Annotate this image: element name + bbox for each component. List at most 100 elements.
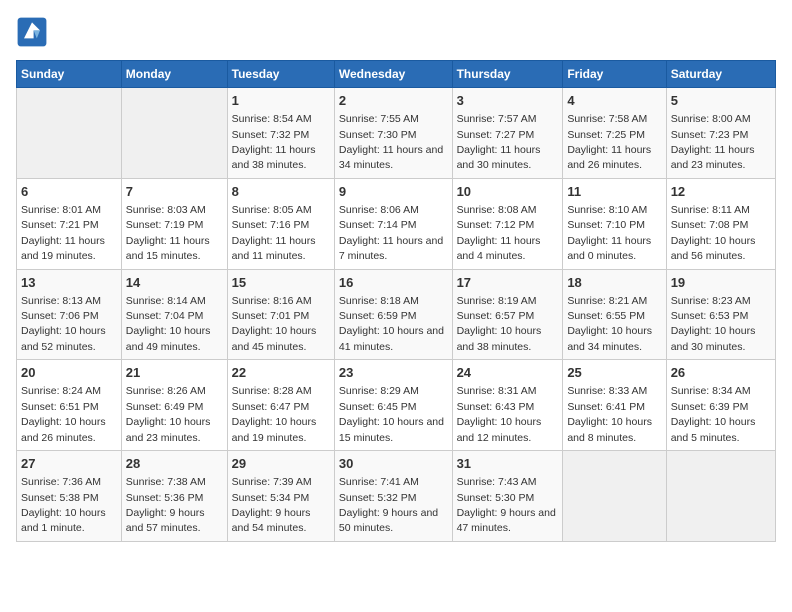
day-info: Sunrise: 7:55 AMSunset: 7:30 PMDaylight:… xyxy=(339,113,443,171)
day-info: Sunrise: 8:24 AMSunset: 6:51 PMDaylight:… xyxy=(21,385,106,443)
calendar-cell: 25 Sunrise: 8:33 AMSunset: 6:41 PMDayligh… xyxy=(563,360,666,451)
day-info: Sunrise: 8:23 AMSunset: 6:53 PMDaylight:… xyxy=(671,295,756,353)
day-info: Sunrise: 8:33 AMSunset: 6:41 PMDaylight:… xyxy=(567,385,652,443)
logo-icon xyxy=(16,16,48,48)
day-info: Sunrise: 8:06 AMSunset: 7:14 PMDaylight:… xyxy=(339,204,443,262)
calendar-cell: 30 Sunrise: 7:41 AMSunset: 5:32 PMDayligh… xyxy=(334,451,452,542)
weekday-header: Thursday xyxy=(452,61,563,88)
calendar-cell: 4Sunrise: 7:58 AMSunset: 7:25 PMDaylight… xyxy=(563,88,666,179)
calendar-cell: 22 Sunrise: 8:28 AMSunset: 6:47 PMDayligh… xyxy=(227,360,334,451)
day-number: 28 xyxy=(126,455,223,473)
day-number: 30 xyxy=(339,455,448,473)
weekday-header: Tuesday xyxy=(227,61,334,88)
day-number: 26 xyxy=(671,364,771,382)
page-header xyxy=(16,16,776,48)
day-number: 15 xyxy=(232,274,330,292)
calendar-cell: 31Sunrise: 7:43 AMSunset: 5:30 PMDayligh… xyxy=(452,451,563,542)
calendar-week-row: 6 Sunrise: 8:01 AMSunset: 7:21 PMDaylight… xyxy=(17,178,776,269)
day-info: Sunrise: 8:14 AMSunset: 7:04 PMDaylight:… xyxy=(126,295,211,353)
day-info: Sunrise: 8:18 AMSunset: 6:59 PMDaylight:… xyxy=(339,295,444,353)
calendar-cell: 6 Sunrise: 8:01 AMSunset: 7:21 PMDaylight… xyxy=(17,178,122,269)
weekday-header: Sunday xyxy=(17,61,122,88)
calendar-cell: 9 Sunrise: 8:06 AMSunset: 7:14 PMDaylight… xyxy=(334,178,452,269)
calendar-cell: 26 Sunrise: 8:34 AMSunset: 6:39 PMDayligh… xyxy=(666,360,775,451)
day-number: 24 xyxy=(457,364,559,382)
day-info: Sunrise: 8:00 AMSunset: 7:23 PMDaylight:… xyxy=(671,113,755,171)
calendar-cell: 28 Sunrise: 7:38 AMSunset: 5:36 PMDayligh… xyxy=(121,451,227,542)
day-info: Sunrise: 7:43 AMSunset: 5:30 PMDaylight:… xyxy=(457,476,556,534)
weekday-header: Monday xyxy=(121,61,227,88)
calendar-cell: 23 Sunrise: 8:29 AMSunset: 6:45 PMDayligh… xyxy=(334,360,452,451)
day-number: 29 xyxy=(232,455,330,473)
day-number: 23 xyxy=(339,364,448,382)
calendar-cell: 10 Sunrise: 8:08 AMSunset: 7:12 PMDayligh… xyxy=(452,178,563,269)
calendar-week-row: 20 Sunrise: 8:24 AMSunset: 6:51 PMDayligh… xyxy=(17,360,776,451)
day-number: 19 xyxy=(671,274,771,292)
weekday-header: Friday xyxy=(563,61,666,88)
weekday-header: Saturday xyxy=(666,61,775,88)
day-number: 22 xyxy=(232,364,330,382)
day-number: 12 xyxy=(671,183,771,201)
day-info: Sunrise: 8:21 AMSunset: 6:55 PMDaylight:… xyxy=(567,295,652,353)
calendar-cell: 11 Sunrise: 8:10 AMSunset: 7:10 PMDayligh… xyxy=(563,178,666,269)
calendar-cell: 5 Sunrise: 8:00 AMSunset: 7:23 PMDaylight… xyxy=(666,88,775,179)
day-number: 10 xyxy=(457,183,559,201)
day-number: 21 xyxy=(126,364,223,382)
day-number: 3 xyxy=(457,92,559,110)
day-info: Sunrise: 8:26 AMSunset: 6:49 PMDaylight:… xyxy=(126,385,211,443)
calendar-cell: 3 Sunrise: 7:57 AMSunset: 7:27 PMDaylight… xyxy=(452,88,563,179)
day-info: Sunrise: 7:41 AMSunset: 5:32 PMDaylight:… xyxy=(339,476,438,534)
day-info: Sunrise: 7:38 AMSunset: 5:36 PMDaylight:… xyxy=(126,476,206,534)
calendar-week-row: 1 Sunrise: 8:54 AMSunset: 7:32 PMDaylight… xyxy=(17,88,776,179)
day-info: Sunrise: 8:10 AMSunset: 7:10 PMDaylight:… xyxy=(567,204,651,262)
day-info: Sunrise: 8:54 AMSunset: 7:32 PMDaylight:… xyxy=(232,113,316,171)
calendar-cell: 27Sunrise: 7:36 AMSunset: 5:38 PMDayligh… xyxy=(17,451,122,542)
day-number: 1 xyxy=(232,92,330,110)
day-number: 20 xyxy=(21,364,117,382)
calendar-cell: 15Sunrise: 8:16 AMSunset: 7:01 PMDayligh… xyxy=(227,269,334,360)
calendar-cell xyxy=(17,88,122,179)
day-info: Sunrise: 8:31 AMSunset: 6:43 PMDaylight:… xyxy=(457,385,542,443)
calendar-week-row: 13Sunrise: 8:13 AMSunset: 7:06 PMDayligh… xyxy=(17,269,776,360)
day-info: Sunrise: 8:29 AMSunset: 6:45 PMDaylight:… xyxy=(339,385,444,443)
day-number: 14 xyxy=(126,274,223,292)
day-number: 9 xyxy=(339,183,448,201)
calendar-cell: 18 Sunrise: 8:21 AMSunset: 6:55 PMDayligh… xyxy=(563,269,666,360)
day-number: 17 xyxy=(457,274,559,292)
calendar-cell: 7Sunrise: 8:03 AMSunset: 7:19 PMDaylight… xyxy=(121,178,227,269)
day-number: 7 xyxy=(126,183,223,201)
day-number: 27 xyxy=(21,455,117,473)
calendar-cell: 20 Sunrise: 8:24 AMSunset: 6:51 PMDayligh… xyxy=(17,360,122,451)
day-info: Sunrise: 8:01 AMSunset: 7:21 PMDaylight:… xyxy=(21,204,105,262)
calendar-cell xyxy=(121,88,227,179)
day-info: Sunrise: 8:08 AMSunset: 7:12 PMDaylight:… xyxy=(457,204,541,262)
calendar-cell: 8 Sunrise: 8:05 AMSunset: 7:16 PMDaylight… xyxy=(227,178,334,269)
day-info: Sunrise: 7:58 AMSunset: 7:25 PMDaylight:… xyxy=(567,113,651,171)
calendar-cell xyxy=(666,451,775,542)
day-number: 6 xyxy=(21,183,117,201)
calendar-cell: 19 Sunrise: 8:23 AMSunset: 6:53 PMDayligh… xyxy=(666,269,775,360)
day-info: Sunrise: 8:05 AMSunset: 7:16 PMDaylight:… xyxy=(232,204,316,262)
day-info: Sunrise: 8:34 AMSunset: 6:39 PMDaylight:… xyxy=(671,385,756,443)
day-number: 5 xyxy=(671,92,771,110)
day-number: 8 xyxy=(232,183,330,201)
day-info: Sunrise: 7:57 AMSunset: 7:27 PMDaylight:… xyxy=(457,113,541,171)
calendar-header: SundayMondayTuesdayWednesdayThursdayFrid… xyxy=(17,61,776,88)
calendar-cell: 21 Sunrise: 8:26 AMSunset: 6:49 PMDayligh… xyxy=(121,360,227,451)
calendar-cell: 29 Sunrise: 7:39 AMSunset: 5:34 PMDayligh… xyxy=(227,451,334,542)
calendar-cell: 14 Sunrise: 8:14 AMSunset: 7:04 PMDayligh… xyxy=(121,269,227,360)
weekday-header: Wednesday xyxy=(334,61,452,88)
calendar-cell xyxy=(563,451,666,542)
day-number: 25 xyxy=(567,364,661,382)
day-number: 2 xyxy=(339,92,448,110)
day-number: 11 xyxy=(567,183,661,201)
day-number: 18 xyxy=(567,274,661,292)
day-info: Sunrise: 7:39 AMSunset: 5:34 PMDaylight:… xyxy=(232,476,312,534)
day-info: Sunrise: 8:28 AMSunset: 6:47 PMDaylight:… xyxy=(232,385,317,443)
day-number: 16 xyxy=(339,274,448,292)
day-info: Sunrise: 8:13 AMSunset: 7:06 PMDaylight:… xyxy=(21,295,106,353)
logo xyxy=(16,16,52,48)
calendar-cell: 16 Sunrise: 8:18 AMSunset: 6:59 PMDayligh… xyxy=(334,269,452,360)
calendar-table: SundayMondayTuesdayWednesdayThursdayFrid… xyxy=(16,60,776,542)
calendar-cell: 1 Sunrise: 8:54 AMSunset: 7:32 PMDaylight… xyxy=(227,88,334,179)
